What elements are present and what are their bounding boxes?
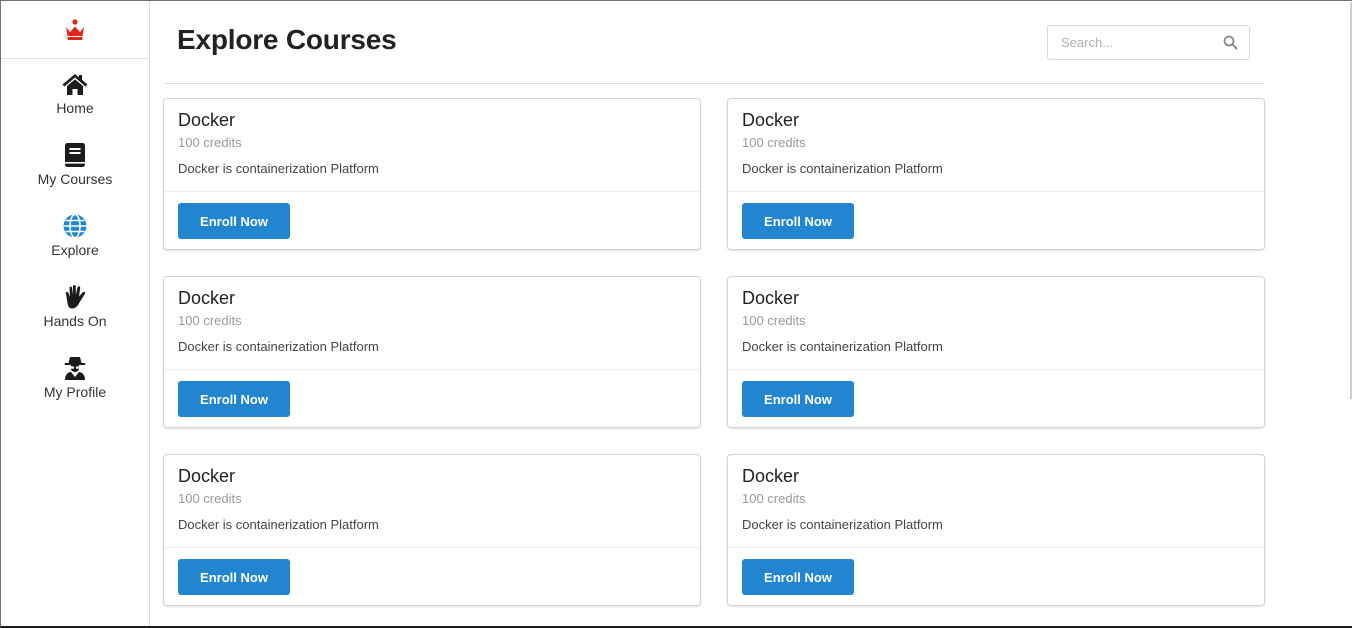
main-content: Explore Courses Docker 100 credits Docke…	[150, 1, 1350, 626]
course-credits: 100 credits	[742, 491, 806, 506]
header-divider	[164, 83, 1264, 84]
course-title: Docker	[178, 466, 236, 486]
sidebar: Home My Courses Explore Hands On My Prof…	[1, 1, 150, 626]
user-secret-icon	[61, 355, 89, 381]
sidebar-item-label: Explore	[51, 242, 99, 258]
course-card: Docker 100 credits Docker is containeriz…	[727, 98, 1265, 250]
crown-icon	[66, 18, 84, 40]
course-description: Docker is containerization Platform	[178, 339, 379, 354]
sidebar-item-home[interactable]: Home	[1, 59, 149, 130]
course-credits: 100 credits	[178, 491, 242, 506]
sidebar-item-label: My Profile	[43, 384, 107, 400]
course-description: Docker is containerization Platform	[742, 517, 943, 532]
course-card: Docker 100 credits Docker is containeriz…	[727, 454, 1265, 606]
card-divider	[164, 191, 700, 192]
card-divider	[728, 547, 1264, 548]
hand-icon	[61, 284, 89, 310]
card-divider	[164, 547, 700, 548]
page-title: Explore Courses	[177, 24, 397, 55]
course-credits: 100 credits	[742, 135, 806, 150]
course-description: Docker is containerization Platform	[742, 339, 943, 354]
course-title: Docker	[178, 110, 236, 130]
sidebar-item-hands-on[interactable]: Hands On	[1, 272, 149, 343]
sidebar-item-label: Home	[56, 100, 94, 116]
course-title: Docker	[178, 288, 236, 308]
enroll-now-button[interactable]: Enroll Now	[178, 203, 290, 239]
home-icon	[61, 71, 89, 97]
sidebar-item-label: My Courses	[37, 171, 113, 187]
sidebar-item-label: Hands On	[43, 313, 107, 329]
card-divider	[728, 191, 1264, 192]
course-description: Docker is containerization Platform	[178, 517, 379, 532]
search-input[interactable]	[1048, 26, 1208, 59]
card-divider	[728, 369, 1264, 370]
course-description: Docker is containerization Platform	[178, 161, 379, 176]
course-credits: 100 credits	[742, 313, 806, 328]
course-credits: 100 credits	[178, 135, 242, 150]
globe-icon	[61, 213, 89, 239]
search-icon[interactable]	[1223, 35, 1238, 50]
sidebar-item-explore[interactable]: Explore	[1, 201, 149, 272]
book-icon	[61, 142, 89, 168]
enroll-now-button[interactable]: Enroll Now	[742, 381, 854, 417]
course-card: Docker 100 credits Docker is containeriz…	[727, 276, 1265, 428]
enroll-now-button[interactable]: Enroll Now	[742, 559, 854, 595]
course-title: Docker	[742, 288, 800, 308]
card-divider	[164, 369, 700, 370]
course-title: Docker	[742, 110, 800, 130]
enroll-now-button[interactable]: Enroll Now	[178, 559, 290, 595]
sidebar-item-my-courses[interactable]: My Courses	[1, 130, 149, 201]
logo[interactable]	[1, 1, 149, 59]
search-box[interactable]	[1047, 25, 1250, 60]
course-card: Docker 100 credits Docker is containeriz…	[163, 276, 701, 428]
course-card: Docker 100 credits Docker is containeriz…	[163, 454, 701, 606]
course-credits: 100 credits	[178, 313, 242, 328]
sidebar-item-my-profile[interactable]: My Profile	[1, 343, 149, 414]
course-card: Docker 100 credits Docker is containeriz…	[163, 98, 701, 250]
course-description: Docker is containerization Platform	[742, 161, 943, 176]
enroll-now-button[interactable]: Enroll Now	[742, 203, 854, 239]
course-title: Docker	[742, 466, 800, 486]
enroll-now-button[interactable]: Enroll Now	[178, 381, 290, 417]
